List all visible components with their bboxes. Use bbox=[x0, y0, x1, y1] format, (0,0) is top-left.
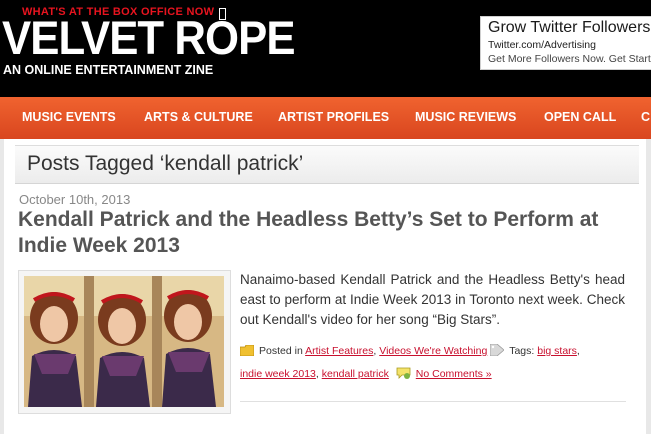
posted-in-label: Posted in bbox=[259, 345, 303, 357]
tag-link-big-stars[interactable]: big stars bbox=[537, 345, 577, 357]
nav-item-music-events[interactable]: MUSIC EVENTS bbox=[22, 110, 116, 124]
post-divider bbox=[240, 401, 626, 402]
nav-item-arts-culture[interactable]: ARTS & CULTURE bbox=[144, 110, 253, 124]
post-thumbnail[interactable] bbox=[24, 276, 224, 407]
site-header: WHAT'S AT THE BOX OFFICE NOW VELVET ROPE… bbox=[0, 0, 651, 97]
post-title[interactable]: Kendall Patrick and the Headless Betty’s… bbox=[18, 207, 638, 259]
post-meta-tags: indie week 2013, kendall patrick No Comm… bbox=[240, 367, 492, 380]
category-link-artist-features[interactable]: Artist Features bbox=[305, 345, 373, 357]
tag-icon bbox=[490, 344, 505, 356]
tag-link-indie-week[interactable]: indie week 2013 bbox=[240, 368, 316, 380]
ad-banner[interactable]: Grow Twitter Followers Twitter.com/Adver… bbox=[480, 16, 651, 70]
nav-item-overflow[interactable]: C bbox=[641, 110, 650, 124]
post-excerpt: Nanaimo-based Kendall Patrick and the He… bbox=[240, 272, 625, 327]
post-date: October 10th, 2013 bbox=[19, 192, 131, 207]
site-subtitle: AN ONLINE ENTERTAINMENT ZINE bbox=[3, 63, 214, 77]
post-thumbnail-frame[interactable] bbox=[18, 270, 231, 414]
nav-item-open-call[interactable]: OPEN CALL bbox=[544, 110, 616, 124]
folder-icon bbox=[240, 345, 254, 356]
main-content: Posts Tagged ‘kendall patrick’ October 1… bbox=[4, 139, 646, 434]
nav-item-music-reviews[interactable]: MUSIC REVIEWS bbox=[415, 110, 516, 124]
main-nav: MUSIC EVENTS ARTS & CULTURE ARTIST PROFI… bbox=[0, 97, 651, 139]
comment-bubble-icon bbox=[396, 367, 411, 379]
tag-link-kendall-patrick[interactable]: kendall patrick bbox=[322, 368, 389, 380]
ad-title[interactable]: Grow Twitter Followers bbox=[488, 19, 650, 37]
site-logo[interactable]: VELVET ROPE bbox=[2, 14, 296, 62]
nav-item-artist-profiles[interactable]: ARTIST PROFILES bbox=[278, 110, 389, 124]
artist-photo-icon bbox=[24, 276, 224, 407]
comments-link[interactable]: No Comments » bbox=[416, 368, 492, 380]
tags-label: Tags: bbox=[509, 345, 535, 357]
ad-url[interactable]: Twitter.com/Advertising bbox=[488, 39, 596, 51]
ad-text[interactable]: Get More Followers Now. Get Started Toda… bbox=[488, 53, 651, 65]
post-meta-categories: Posted in Artist Features, Videos We're … bbox=[240, 344, 640, 357]
category-link-videos[interactable]: Videos We're Watching bbox=[379, 345, 487, 357]
archive-header: Posts Tagged ‘kendall patrick’ bbox=[15, 145, 639, 184]
page-title: Posts Tagged ‘kendall patrick’ bbox=[27, 152, 304, 175]
